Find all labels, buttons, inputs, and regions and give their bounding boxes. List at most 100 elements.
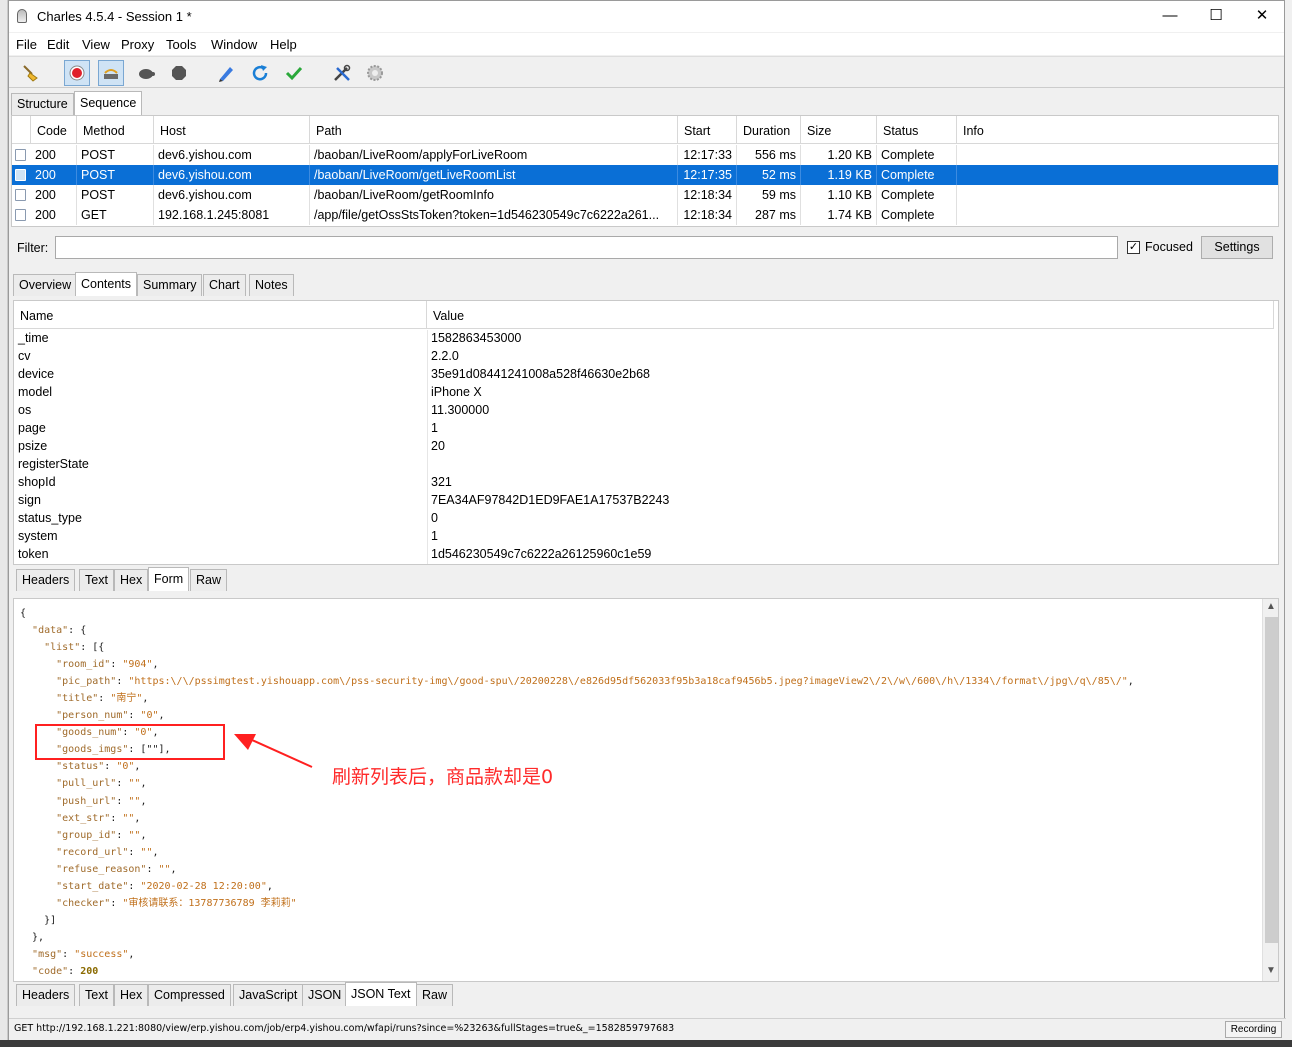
resp-tab-json[interactable]: JSON <box>302 984 348 1006</box>
filter-input[interactable] <box>55 236 1118 259</box>
settings-button[interactable]: Settings <box>1201 236 1273 259</box>
header-code[interactable]: Code <box>31 116 77 144</box>
charles-app-icon <box>17 9 27 23</box>
focused-checkbox[interactable]: ✓ <box>1127 241 1140 254</box>
record-icon[interactable] <box>64 60 90 86</box>
form-row[interactable]: token 1d546230549c7c6222a26125960c1e59 <box>14 546 1274 564</box>
form-table: Name Value _time 1582863453000 cv 2.2.0 devi… <box>13 300 1279 565</box>
form-row[interactable]: sign 7EA34AF97842D1ED9FAE1A17537B2243 <box>14 492 1274 510</box>
form-row[interactable]: device 35e91d08441241008a528f46630e2b68 <box>14 366 1274 384</box>
req-tab-text[interactable]: Text <box>79 569 114 591</box>
tab-sequence[interactable]: Sequence <box>74 91 143 115</box>
form-param-value: 0 <box>431 511 438 525</box>
scroll-up-icon[interactable]: ▲ <box>1266 601 1276 612</box>
tools-icon[interactable] <box>329 60 355 86</box>
cell-status: Complete <box>877 185 957 205</box>
menu-window[interactable]: Window <box>211 37 257 52</box>
turtle-icon[interactable] <box>133 60 159 86</box>
header-duration[interactable]: Duration <box>737 116 801 144</box>
resp-tab-raw[interactable]: Raw <box>416 984 454 1006</box>
recording-indicator[interactable]: Recording <box>1225 1021 1282 1038</box>
vertical-scrollbar[interactable]: ▲ ▼ <box>1262 599 1278 981</box>
menu-proxy[interactable]: Proxy <box>121 37 154 52</box>
menu-help[interactable]: Help <box>270 37 297 52</box>
focused-label[interactable]: Focused <box>1145 240 1193 254</box>
cell-info <box>957 205 1278 225</box>
header-size[interactable]: Size <box>801 116 877 144</box>
form-row[interactable]: psize 20 <box>14 438 1274 456</box>
stop-icon[interactable] <box>166 60 192 86</box>
resp-tab-json-text[interactable]: JSON Text <box>345 982 417 1006</box>
scroll-down-icon[interactable]: ▼ <box>1266 965 1276 976</box>
form-param-value: 1 <box>431 529 438 543</box>
req-tab-hex[interactable]: Hex <box>114 569 149 591</box>
form-header-name[interactable]: Name <box>14 301 427 329</box>
column-divider <box>427 402 428 420</box>
form-param-name: status_type <box>18 511 82 525</box>
menu-file[interactable]: File <box>16 37 37 52</box>
form-row[interactable]: model iPhone X <box>14 384 1274 402</box>
scroll-thumb[interactable] <box>1265 617 1278 943</box>
resp-tab-compressed[interactable]: Compressed <box>148 984 231 1006</box>
maximize-button[interactable]: ☐ <box>1193 1 1239 32</box>
column-divider <box>427 420 428 438</box>
header-method[interactable]: Method <box>77 116 154 144</box>
req-tab-headers[interactable]: Headers <box>16 569 76 591</box>
form-row[interactable]: shopId 321 <box>14 474 1274 492</box>
form-row[interactable]: system 1 <box>14 528 1274 546</box>
form-row[interactable]: _time 1582863453000 <box>14 330 1274 348</box>
broom-icon[interactable] <box>17 60 43 86</box>
form-row[interactable]: os 11.300000 <box>14 402 1274 420</box>
gear-icon[interactable] <box>362 60 388 86</box>
check-icon[interactable] <box>281 60 307 86</box>
menu-tools[interactable]: Tools <box>166 37 196 52</box>
form-row[interactable]: page 1 <box>14 420 1274 438</box>
form-header-value[interactable]: Value <box>427 301 1274 329</box>
form-row[interactable]: status_type 0 <box>14 510 1274 528</box>
menu-view[interactable]: View <box>82 37 110 52</box>
table-row[interactable]: 200 POST dev6.yishou.com/baoban/LiveRoom/g… <box>12 165 1278 185</box>
close-button[interactable]: ✕ <box>1239 1 1285 32</box>
form-param-name: _time <box>18 331 49 345</box>
tab-chart[interactable]: Chart <box>203 274 246 296</box>
cell-start: 12:17:35 <box>678 165 737 185</box>
cell-size: 1.20 KB <box>801 145 877 165</box>
req-tab-form[interactable]: Form <box>148 567 190 591</box>
tab-notes[interactable]: Notes <box>249 274 294 296</box>
form-row[interactable]: cv 2.2.0 <box>14 348 1274 366</box>
table-row[interactable]: 200 POST dev6.yishou.com/baoban/LiveRoom/g… <box>12 185 1278 205</box>
req-tab-raw[interactable]: Raw <box>190 569 228 591</box>
form-param-value: 2.2.0 <box>431 349 459 363</box>
pen-icon[interactable] <box>213 60 239 86</box>
header-start[interactable]: Start <box>678 116 737 144</box>
json-text-viewer[interactable]: { "data": { "list": [{ "room_id": "904",… <box>13 598 1279 982</box>
tab-structure[interactable]: Structure <box>11 93 74 115</box>
resp-tab-hex[interactable]: Hex <box>114 984 149 1006</box>
cell-size: 1.74 KB <box>801 205 877 225</box>
column-divider <box>427 528 428 546</box>
header-host[interactable]: Host <box>154 116 310 144</box>
resp-tab-text[interactable]: Text <box>79 984 114 1006</box>
menu-edit[interactable]: Edit <box>47 37 69 52</box>
tab-summary[interactable]: Summary <box>137 274 203 296</box>
resp-tab-headers[interactable]: Headers <box>16 984 76 1006</box>
json-line: "list": [{ <box>44 642 105 654</box>
tab-overview[interactable]: Overview <box>13 274 78 296</box>
header-path[interactable]: Path <box>310 116 678 144</box>
throttle-icon[interactable] <box>98 60 124 86</box>
tab-contents[interactable]: Contents <box>75 272 138 296</box>
refresh-icon[interactable] <box>247 60 273 86</box>
table-row[interactable]: 200 GET 192.168.1.245:8081/app/file/getOss… <box>12 205 1278 225</box>
cell-status: Complete <box>877 145 957 165</box>
header-status[interactable]: Status <box>877 116 957 144</box>
header-info[interactable]: Info <box>957 116 1278 144</box>
cell-code: 200 <box>31 205 77 225</box>
json-content: { "data": { "list": [{ "room_id": "904",… <box>14 599 1278 980</box>
minimize-button[interactable]: — <box>1147 1 1193 32</box>
json-line: "pic_path": "https:\/\/pssimgtest.yishou… <box>56 676 1134 688</box>
resp-tab-javascript[interactable]: JavaScript <box>233 984 304 1006</box>
json-line: "checker": "审核请联系：13787736789 李莉莉" <box>56 897 297 909</box>
table-row[interactable]: 200 POST dev6.yishou.com/baoban/LiveRoom/a… <box>12 145 1278 165</box>
form-param-value: 35e91d08441241008a528f46630e2b68 <box>431 367 650 381</box>
form-row[interactable]: registerState <box>14 456 1274 474</box>
